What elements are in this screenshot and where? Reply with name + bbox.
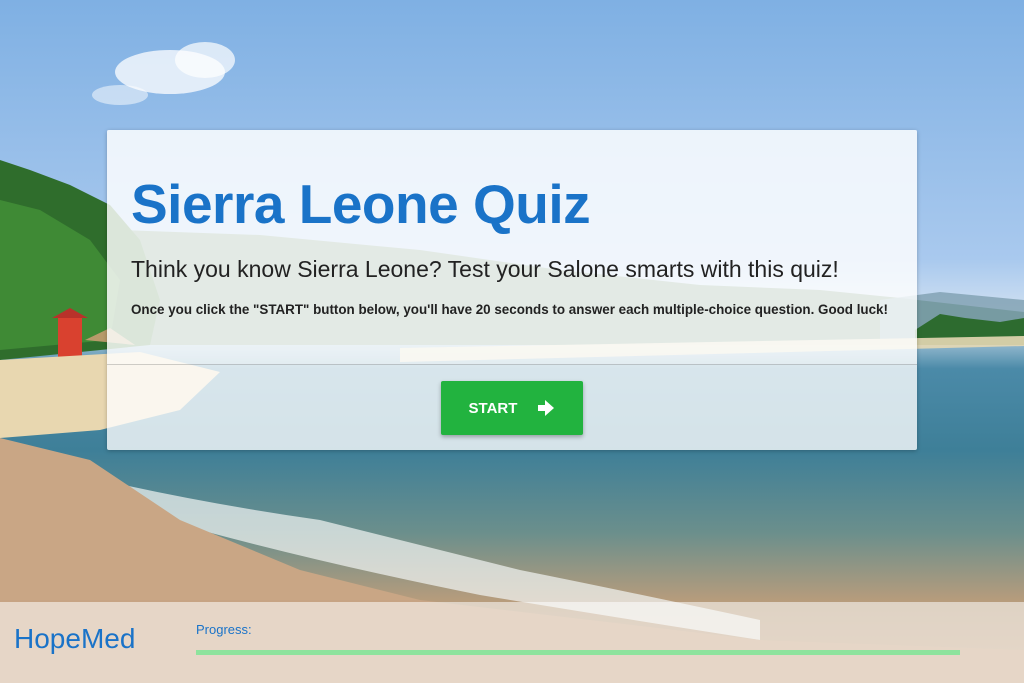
quiz-intro-card: Sierra Leone Quiz Think you know Sierra … — [107, 130, 917, 450]
quiz-subtitle: Think you know Sierra Leone? Test your S… — [131, 256, 839, 282]
quiz-page: Sierra Leone Quiz Think you know Sierra … — [0, 0, 1024, 683]
page-title: Sierra Leone Quiz — [131, 173, 591, 235]
progress-bar-fill — [196, 650, 960, 655]
arrow-right-icon — [538, 400, 555, 416]
footer-bar: HopeMed Progress: — [0, 602, 1024, 683]
start-button-label: START — [468, 399, 518, 417]
quiz-instructions: Once you click the "START" button below,… — [131, 302, 888, 317]
progress-label: Progress: — [196, 622, 252, 637]
progress-bar — [196, 650, 960, 655]
card-header — [107, 130, 917, 365]
brand-logo[interactable]: HopeMed — [14, 623, 135, 655]
start-button[interactable]: START — [441, 381, 583, 435]
